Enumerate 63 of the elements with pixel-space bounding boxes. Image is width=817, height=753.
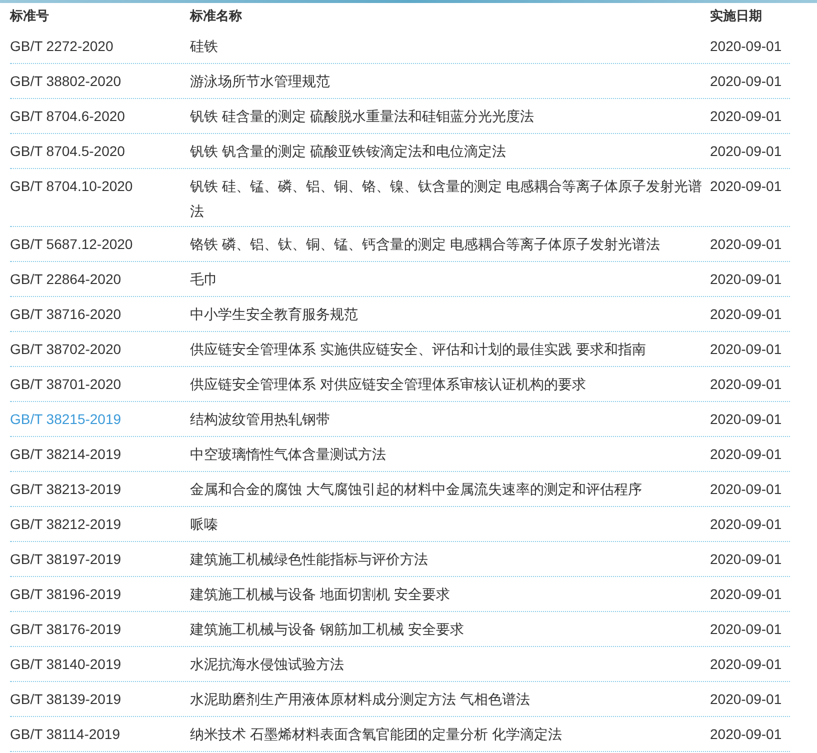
standard-number: GB/T 38802-2020 [10, 72, 122, 91]
implementation-date: 2020-09-01 [710, 515, 782, 534]
standard-name: 建筑施工机械绿色性能指标与评价方法 [190, 550, 429, 569]
implementation-date: 2020-09-01 [710, 340, 782, 359]
implementation-date: 2020-09-01 [710, 620, 782, 639]
implementation-date: 2020-09-01 [710, 445, 782, 464]
implementation-date: 2020-09-01 [710, 142, 782, 161]
implementation-date: 2020-09-01 [710, 550, 782, 569]
standard-name: 毛巾 [190, 270, 219, 289]
standard-number: GB/T 8704.6-2020 [10, 107, 126, 126]
standard-name: 硅铁 [190, 37, 219, 56]
implementation-date: 2020-09-01 [710, 690, 782, 709]
column-header: 标准号 [10, 7, 50, 26]
standard-name: 水泥助磨剂生产用液体原材料成分测定方法 气相色谱法 [190, 690, 531, 709]
standard-number: GB/T 38716-2020 [10, 305, 122, 324]
standard-number: GB/T 38701-2020 [10, 375, 122, 394]
standard-name: 供应链安全管理体系 实施供应链安全、评估和计划的最佳实践 要求和指南 [190, 340, 647, 359]
standard-number: GB/T 38214-2019 [10, 445, 122, 464]
column-header: 标准名称 [190, 7, 243, 26]
implementation-date: 2020-09-01 [710, 177, 782, 196]
standard-number[interactable]: GB/T 38215-2019 [10, 404, 190, 432]
standard-name: 游泳场所节水管理规范 [190, 72, 331, 91]
implementation-date: 2020-09-01 [710, 72, 782, 91]
standard-name: 铬铁 磷、铝、钛、铜、锰、钙含量的测定 电感耦合等离子体原子发射光谱法 [190, 235, 661, 254]
standard-name: 中小学生安全教育服务规范 [190, 305, 359, 324]
implementation-date: 2020-09-01 [710, 375, 782, 394]
implementation-date: 2020-09-01 [710, 410, 782, 429]
standard-name: 钒铁 硅含量的测定 硫酸脱水重量法和硅钼蓝分光光度法 [190, 107, 535, 126]
standard-number: GB/T 38114-2019 [10, 725, 122, 744]
standard-number: GB/T 2272-2020 [10, 37, 114, 56]
standard-number: GB/T 22864-2020 [10, 270, 122, 289]
implementation-date: 2020-09-01 [710, 725, 782, 744]
implementation-date: 2020-09-01 [710, 235, 782, 254]
standard-name: 结构波纹管用热轧钢带 [190, 410, 331, 429]
standard-number: GB/T 38213-2019 [10, 480, 122, 499]
implementation-date: 2020-09-01 [710, 270, 782, 289]
standard-name: 供应链安全管理体系 对供应链安全管理体系审核认证机构的要求 [190, 375, 587, 394]
standard-name: 建筑施工机械与设备 地面切割机 安全要求 [190, 585, 451, 604]
standard-number: GB/T 38197-2019 [10, 550, 122, 569]
standard-name: 钒铁 硅、锰、磷、铝、铜、铬、镍、钛含量的测定 电感耦合等离子体原子发射光谱法 [190, 177, 703, 221]
standard-name: 纳米技术 石墨烯材料表面含氧官能团的定量分析 化学滴定法 [190, 725, 563, 744]
standard-number: GB/T 8704.10-2020 [10, 177, 134, 196]
standard-number: GB/T 38176-2019 [10, 620, 122, 639]
implementation-date: 2020-09-01 [710, 107, 782, 126]
standard-name: 建筑施工机械与设备 钢筋加工机械 安全要求 [190, 620, 465, 639]
standard-name: 金属和合金的腐蚀 大气腐蚀引起的材料中金属流失速率的测定和评估程序 [190, 480, 643, 499]
standard-number: GB/T 38212-2019 [10, 515, 122, 534]
standard-name: 钒铁 钒含量的测定 硫酸亚铁铵滴定法和电位滴定法 [190, 142, 507, 161]
standard-number: GB/T 38702-2020 [10, 340, 122, 359]
implementation-date: 2020-09-01 [710, 305, 782, 324]
standard-number: GB/T 38140-2019 [10, 655, 122, 674]
column-header: 实施日期 [710, 7, 762, 26]
standard-name: 中空玻璃惰性气体含量测试方法 [190, 445, 387, 464]
standard-name: 水泥抗海水侵蚀试验方法 [190, 655, 345, 674]
implementation-date: 2020-09-01 [710, 480, 782, 499]
standard-name: 哌嗪 [190, 515, 219, 534]
implementation-date: 2020-09-01 [710, 655, 782, 674]
implementation-date: 2020-09-01 [710, 585, 782, 604]
standard-number: GB/T 8704.5-2020 [10, 142, 126, 161]
implementation-date: 2020-09-01 [710, 37, 782, 56]
standard-number: GB/T 5687.12-2020 [10, 235, 134, 254]
standard-number: GB/T 38196-2019 [10, 585, 122, 604]
standard-number: GB/T 38139-2019 [10, 690, 122, 709]
